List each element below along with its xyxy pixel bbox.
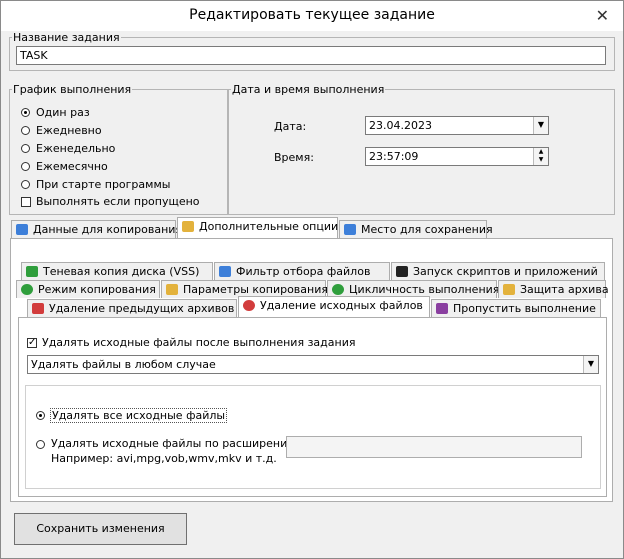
copy-params-icon [166,284,178,295]
extensions-input[interactable] [286,436,582,458]
schedule-legend: График выполнения [13,83,132,96]
skip-icon [436,303,448,314]
subtab-cycle-label: Цикличность выполнения [349,283,500,296]
filter-icon [219,266,231,277]
schedule-daily-radio[interactable] [21,126,30,135]
missed-label: Выполнять если пропущено [36,195,200,208]
time-value: 23:57:09 [369,150,419,163]
subtab-skip-label: Пропустить выполнение [453,302,596,315]
delete-enable-checkbox[interactable]: ✓ [27,338,37,348]
delete-source-icon [243,300,255,311]
cycle-icon [332,284,344,295]
missed-checkbox[interactable] [21,197,31,207]
chevron-down-icon[interactable]: ▼ [583,356,598,373]
options-icon [182,221,194,232]
subtab-copy-mode-label: Режим копирования [38,283,156,296]
date-label: Дата: [274,120,307,133]
subtab-filter-label: Фильтр отбора файлов [236,265,371,278]
schedule-weekly-radio[interactable] [21,144,30,153]
subtab-archive-protection-label: Защита архива [520,283,609,296]
subtab-delete-source-label: Удаление исходных файлов [260,299,423,312]
tab-extra-options-label: Дополнительные опции [199,220,339,233]
edit-task-window: Редактировать текущее задание ✕ Название… [0,0,624,559]
window-title: Редактировать текущее задание [189,7,435,23]
close-icon[interactable]: ✕ [596,6,609,25]
terminal-icon [396,266,408,277]
save-location-icon [344,224,356,235]
title-bar: Редактировать текущее задание ✕ [1,1,623,31]
copy-mode-icon [21,284,33,295]
tab-save-location[interactable]: Место для сохранения [339,220,493,238]
tab-save-location-label: Место для сохранения [361,223,493,236]
subtab-copy-params-label: Параметры копирования [183,283,328,296]
datetime-legend: Дата и время выполнения [232,83,385,96]
schedule-once-radio[interactable] [21,108,30,117]
schedule-monthly-radio[interactable] [21,162,30,171]
calendar-dropdown-icon[interactable]: ▼ [533,117,548,134]
delete-mode-select[interactable]: Удалять файлы в любом случае ▼ [27,355,599,374]
delete-enable-label: Удалять исходные файлы после выполнения … [42,336,356,349]
delete-by-ext-label: Удалять исходные файлы по расширению [51,437,297,450]
tab-copy-data[interactable]: Данные для копирования [11,220,182,238]
schedule-monthly-label: Ежемесячно [36,160,108,173]
task-name-input[interactable]: TASK [16,46,606,65]
tab-extra-options[interactable]: Дополнительные опции [177,217,338,239]
delete-by-ext-hint: Например: avi,mpg,vob,wmv,mkv и т.д. [51,452,277,465]
schedule-startup-radio[interactable] [21,180,30,189]
subtab-filter[interactable]: Фильтр отбора файлов [214,262,390,280]
subtab-delete-archives-label: Удаление предыдущих архивов [49,302,235,315]
subtab-archive-protection[interactable]: Защита архива [498,280,609,298]
subtab-scripts-label: Запуск скриптов и приложений [413,265,598,278]
subtab-scripts[interactable]: Запуск скриптов и приложений [391,262,605,280]
lock-icon [503,284,515,295]
subtab-delete-archives[interactable]: Удаление предыдущих архивов [27,299,237,317]
subtab-skip[interactable]: Пропустить выполнение [431,299,601,317]
subtab-shadow-copy-label: Теневая копия диска (VSS) [43,265,200,278]
delete-mode-value: Удалять файлы в любом случае [31,358,216,371]
delete-all-label: Удалять все исходные файлы [50,408,228,423]
shadow-copy-icon [26,266,38,277]
delete-archives-icon [32,303,44,314]
schedule-once-label: Один раз [36,106,90,119]
time-label: Время: [274,151,314,164]
subtab-shadow-copy[interactable]: Теневая копия диска (VSS) [21,262,213,280]
save-changes-button[interactable]: Сохранить изменения [14,513,187,545]
time-spinner-icon[interactable]: ▲ ▼ [533,148,548,165]
subtab-copy-mode[interactable]: Режим копирования [16,280,160,298]
date-picker[interactable]: 23.04.2023 ▼ [365,116,549,135]
tab-copy-data-label: Данные для копирования [33,223,183,236]
data-icon [16,224,28,235]
schedule-weekly-label: Еженедельно [36,142,116,155]
subtab-delete-source[interactable]: Удаление исходных файлов [238,296,430,318]
task-name-legend: Название задания [13,31,120,44]
time-input[interactable]: 23:57:09 ▲ ▼ [365,147,549,166]
schedule-daily-label: Ежедневно [36,124,102,137]
delete-by-ext-radio[interactable] [36,440,45,449]
date-value: 23.04.2023 [369,119,432,132]
schedule-startup-label: При старте программы [36,178,171,191]
delete-all-radio[interactable] [36,411,45,420]
